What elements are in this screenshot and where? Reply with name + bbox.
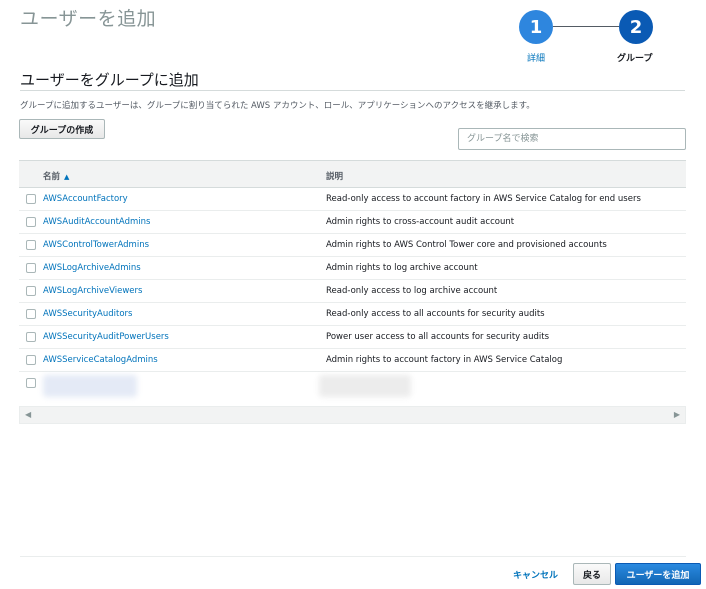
step-2-circle: 2 — [619, 10, 653, 44]
stepper: 1 2 詳細 グループ — [508, 8, 668, 66]
step-connector — [553, 26, 619, 27]
create-group-button[interactable]: グループの作成 — [19, 119, 105, 139]
row-checkbox[interactable] — [26, 332, 36, 342]
groups-table: 名前 ▲ 説明 AWSAccountFactory Read-only acces… — [19, 160, 686, 400]
sort-ascending-icon[interactable]: ▲ — [64, 173, 69, 181]
cancel-link[interactable]: キャンセル — [513, 568, 558, 581]
page-title: ユーザーを追加 — [20, 8, 157, 30]
table-row: AWSAuditAccountAdmins Admin rights to cr… — [19, 211, 686, 234]
table-row: AWSLogArchiveViewers Read-only access to… — [19, 280, 686, 303]
row-checkbox[interactable] — [26, 240, 36, 250]
footer-divider — [20, 556, 686, 557]
group-description: Read-only access to log archive account — [326, 286, 498, 296]
table-row: AWSAccountFactory Read-only access to ac… — [19, 188, 686, 211]
table-row: AWSSecurityAuditPowerUsers Power user ac… — [19, 326, 686, 349]
column-header-description: 説明 — [326, 172, 344, 182]
group-name-link[interactable]: AWSSecurityAuditors — [43, 309, 132, 319]
group-search-input[interactable] — [458, 128, 686, 150]
row-checkbox[interactable] — [26, 378, 36, 388]
column-header-name[interactable]: 名前 ▲ — [43, 170, 69, 182]
group-name-link[interactable]: AWSControlTowerAdmins — [43, 240, 149, 250]
redacted-group-description — [319, 375, 411, 397]
section-title: ユーザーをグループに追加 — [20, 71, 199, 89]
section-divider — [20, 90, 685, 91]
horizontal-scrollbar[interactable]: ◀ ▶ — [19, 406, 686, 424]
row-checkbox[interactable] — [26, 355, 36, 365]
section-description: グループに追加するユーザーは、グループに割り当てられた AWS アカウント、ロー… — [20, 101, 535, 111]
row-checkbox[interactable] — [26, 263, 36, 273]
row-checkbox[interactable] — [26, 217, 36, 227]
table-row: AWSLogArchiveAdmins Admin rights to log … — [19, 257, 686, 280]
group-name-link[interactable]: AWSLogArchiveViewers — [43, 286, 142, 296]
table-header: 名前 ▲ 説明 — [19, 160, 686, 188]
group-description: Admin rights to account factory in AWS S… — [326, 355, 563, 365]
back-button[interactable]: 戻る — [573, 563, 611, 585]
column-header-name-label: 名前 — [43, 172, 61, 182]
add-user-button[interactable]: ユーザーを追加 — [615, 563, 701, 585]
group-name-link[interactable]: AWSSecurityAuditPowerUsers — [43, 332, 169, 342]
group-description: Admin rights to AWS Control Tower core a… — [326, 240, 607, 250]
table-row: AWSSecurityAuditors Read-only access to … — [19, 303, 686, 326]
group-name-link[interactable]: AWSLogArchiveAdmins — [43, 263, 141, 273]
row-checkbox[interactable] — [26, 286, 36, 296]
table-row: AWSControlTowerAdmins Admin rights to AW… — [19, 234, 686, 257]
group-name-link[interactable]: AWSAccountFactory — [43, 194, 128, 204]
group-description: Read-only access to all accounts for sec… — [326, 309, 545, 319]
table-row: AWSServiceCatalogAdmins Admin rights to … — [19, 349, 686, 372]
row-checkbox[interactable] — [26, 194, 36, 204]
step-2-label: グループ — [617, 54, 653, 64]
group-description: Admin rights to log archive account — [326, 263, 478, 273]
group-description: Admin rights to cross-account audit acco… — [326, 217, 515, 227]
group-description: Read-only access to account factory in A… — [326, 194, 641, 204]
group-name-link[interactable]: AWSAuditAccountAdmins — [43, 217, 150, 227]
group-name-link[interactable]: AWSServiceCatalogAdmins — [43, 355, 158, 365]
step-1-circle[interactable]: 1 — [519, 10, 553, 44]
row-checkbox[interactable] — [26, 309, 36, 319]
scroll-right-arrow-icon[interactable]: ▶ — [674, 410, 680, 419]
step-1-label[interactable]: 詳細 — [527, 51, 545, 64]
redacted-group-name — [43, 375, 137, 397]
table-row-redacted — [19, 372, 686, 400]
scroll-left-arrow-icon[interactable]: ◀ — [25, 410, 31, 419]
group-description: Power user access to all accounts for se… — [326, 332, 549, 342]
